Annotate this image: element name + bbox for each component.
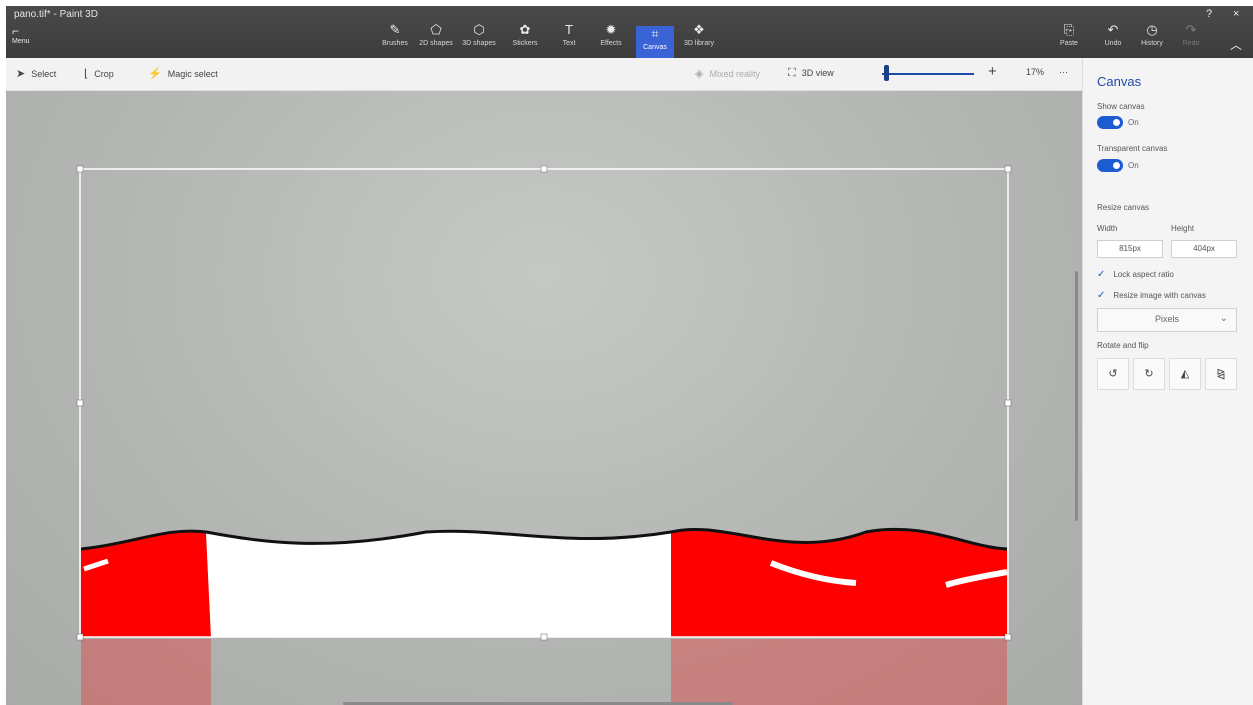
show-canvas-toggle[interactable] bbox=[1097, 116, 1123, 129]
checkmark-icon: ✓ bbox=[1097, 290, 1106, 301]
ribbon: pano.tif* - Paint 3D ? × ⌐ Menu ✎ Brushes… bbox=[6, 6, 1253, 58]
resize-image-checkbox[interactable]: ✓ Resize image with canvas bbox=[1097, 290, 1206, 301]
panel-title: Canvas bbox=[1097, 74, 1142, 89]
height-input[interactable]: 404px bbox=[1171, 240, 1237, 258]
menu-button[interactable]: ⌐ Menu bbox=[12, 24, 42, 45]
rotate-flip-heading: Rotate and flip bbox=[1097, 341, 1149, 350]
paste-icon: ⎘ bbox=[1063, 22, 1075, 37]
canvas-reflection bbox=[81, 639, 1007, 705]
canvas-toolbar: ➤ Select ⌊ Crop ⚡ Magic select ◈ Mixed reali… bbox=[6, 58, 1082, 91]
show-canvas-label: Show canvas bbox=[1097, 102, 1145, 111]
tool-text[interactable]: T Text bbox=[552, 22, 586, 56]
canvas-panel: Canvas Show canvas On Transparent canvas… bbox=[1082, 58, 1253, 705]
close-icon[interactable]: × bbox=[1233, 8, 1239, 20]
3d-shapes-icon: ⬡ bbox=[473, 22, 485, 37]
undo-button[interactable]: ↶ Undo bbox=[1096, 22, 1130, 56]
cursor-icon: ➤ bbox=[16, 68, 26, 80]
rotate-left-button[interactable]: ↺ bbox=[1097, 358, 1129, 390]
zoom-slider-thumb[interactable] bbox=[884, 65, 889, 81]
more-options-icon[interactable]: ··· bbox=[1059, 67, 1068, 77]
height-label: Height bbox=[1171, 224, 1195, 233]
crop-button[interactable]: ⌊ Crop bbox=[84, 67, 114, 80]
canvas-icon: ⌗ bbox=[651, 26, 659, 41]
paint3d-window: pano.tif* - Paint 3D ? × ⌐ Menu ✎ Brushes… bbox=[6, 6, 1253, 705]
lock-aspect-checkbox[interactable]: ✓ Lock aspect ratio bbox=[1097, 269, 1174, 280]
show-canvas-state: On bbox=[1128, 118, 1139, 127]
zoom-in-icon[interactable]: + bbox=[988, 63, 997, 80]
units-dropdown[interactable]: Pixels ⌄ bbox=[1097, 308, 1237, 332]
paste-button[interactable]: ⎘ Paste bbox=[1052, 22, 1086, 56]
width-label: Width bbox=[1097, 224, 1118, 233]
transparent-canvas-toggle[interactable] bbox=[1097, 159, 1123, 172]
history-button[interactable]: ◷ History bbox=[1135, 22, 1169, 56]
tool-canvas[interactable]: ⌗ Canvas bbox=[636, 26, 674, 58]
help-icon[interactable]: ? bbox=[1206, 8, 1212, 20]
stickers-icon: ✿ bbox=[519, 22, 531, 37]
rotate-right-icon: ↻ bbox=[1144, 368, 1154, 380]
checkmark-icon: ✓ bbox=[1097, 269, 1106, 280]
redo-icon: ↷ bbox=[1185, 22, 1197, 37]
undo-icon: ↶ bbox=[1107, 22, 1119, 37]
mixed-reality-button[interactable]: ◈ Mixed reality bbox=[695, 67, 760, 80]
2d-shapes-icon: ⬠ bbox=[430, 22, 442, 37]
rotate-left-icon: ↺ bbox=[1108, 368, 1118, 380]
effects-icon: ✹ bbox=[605, 22, 617, 37]
tool-effects[interactable]: ✹ Effects bbox=[594, 22, 628, 56]
flip-vertical-button[interactable]: ◭ bbox=[1169, 358, 1201, 390]
window-title: pano.tif* - Paint 3D bbox=[14, 9, 98, 20]
zoom-percent: 17% bbox=[1026, 67, 1045, 77]
zoom-slider-track[interactable] bbox=[882, 73, 974, 75]
redo-button[interactable]: ↷ Redo bbox=[1174, 22, 1208, 56]
brush-icon: ✎ bbox=[389, 22, 401, 37]
3d-view-icon: ⛶ bbox=[788, 67, 796, 79]
chevron-down-icon: ⌄ bbox=[1219, 313, 1228, 324]
tool-stickers[interactable]: ✿ Stickers bbox=[508, 22, 542, 56]
select-button[interactable]: ➤ Select bbox=[16, 67, 56, 80]
3d-view-button[interactable]: ⛶ 3D view bbox=[788, 67, 834, 80]
vertical-scrollbar[interactable] bbox=[1075, 271, 1078, 521]
width-input[interactable]: 815px bbox=[1097, 240, 1163, 258]
canvas-drawing[interactable] bbox=[6, 91, 1082, 705]
white-region bbox=[206, 531, 671, 637]
magic-select-icon: ⚡ bbox=[148, 68, 162, 80]
text-icon: T bbox=[565, 22, 573, 37]
magic-select-button[interactable]: ⚡ Magic select bbox=[148, 67, 218, 80]
history-icon: ◷ bbox=[1146, 22, 1158, 37]
flip-vertical-icon: ◭ bbox=[1180, 368, 1190, 380]
3d-library-icon: ❖ bbox=[693, 22, 705, 37]
transparent-canvas-label: Transparent canvas bbox=[1097, 144, 1168, 153]
mixed-reality-icon: ◈ bbox=[695, 68, 704, 80]
flip-horizontal-button[interactable]: ⧎ bbox=[1205, 358, 1237, 390]
tool-2d-shapes[interactable]: ⬠ 2D shapes bbox=[419, 22, 453, 56]
tool-3d-shapes[interactable]: ⬡ 3D shapes bbox=[462, 22, 496, 56]
tool-3d-library[interactable]: ❖ 3D library bbox=[682, 22, 716, 56]
flip-horizontal-icon: ⧎ bbox=[1216, 368, 1226, 380]
collapse-ribbon-icon[interactable]: ︿ bbox=[1230, 36, 1242, 53]
menu-icon: ⌐ bbox=[12, 24, 20, 38]
transparent-canvas-state: On bbox=[1128, 161, 1139, 170]
canvas-workspace[interactable] bbox=[6, 91, 1082, 705]
rotate-right-button[interactable]: ↻ bbox=[1133, 358, 1165, 390]
crop-icon: ⌊ bbox=[84, 68, 89, 80]
tool-brushes[interactable]: ✎ Brushes bbox=[378, 22, 412, 56]
resize-canvas-heading: Resize canvas bbox=[1097, 203, 1150, 212]
